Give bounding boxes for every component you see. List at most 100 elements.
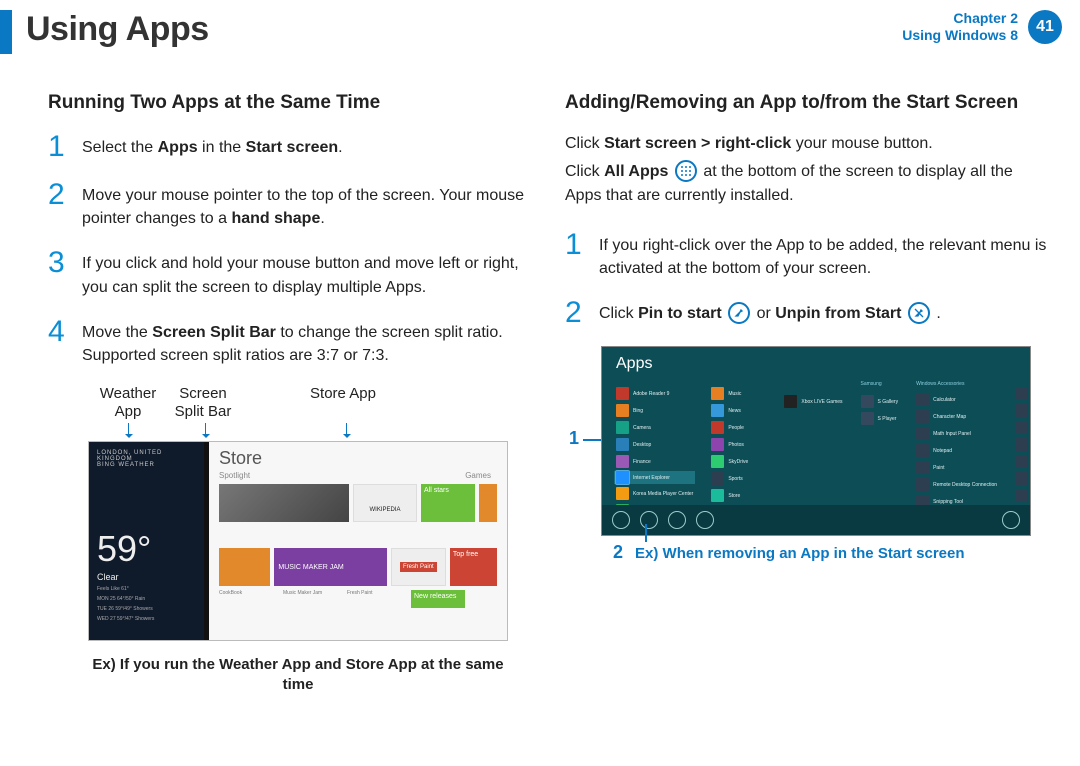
bar-button-unpin — [612, 511, 630, 529]
page-number-badge: 41 — [1028, 10, 1062, 44]
store-mini-tile — [283, 526, 343, 544]
weather-feelslike: Feels Like 61° — [97, 586, 196, 592]
store-tile — [219, 484, 349, 522]
app-item: Finance — [616, 455, 693, 468]
right-caption: Ex) When removing an App in the Start sc… — [635, 545, 965, 562]
store-tile — [479, 484, 497, 522]
pointer-split — [205, 423, 206, 437]
store-tile-newreleases: New releases — [411, 590, 465, 608]
weather-location: LONDON, UNITED KINGDOM — [97, 450, 196, 462]
left-caption: Ex) If you run the Weather App and Store… — [88, 655, 508, 696]
step-bold: Apps — [158, 139, 198, 156]
app-item: XPS Viewer — [1015, 489, 1031, 502]
app-item: Xbox LIVE Games — [784, 395, 842, 408]
weather-app-pane: LONDON, UNITED KINGDOM BING WEATHER 59° … — [89, 442, 204, 640]
app-item: Adobe Reader 9 — [616, 387, 693, 400]
left-heading: Running Two Apps at the Same Time — [48, 92, 535, 114]
step-bold: hand shape — [231, 210, 320, 227]
store-mini-tile: CookBook — [219, 590, 279, 608]
app-item: Photos — [711, 438, 766, 451]
weather-forecast-row: MON 25 64°/50° Rain — [97, 596, 196, 602]
right-figure: 1 Apps Adobe Reader 9BingCameraDesktopFi… — [601, 346, 1052, 536]
app-item: Sticky Notes — [1015, 404, 1031, 417]
app-item: Desktop — [616, 438, 693, 451]
store-title: Store — [209, 442, 507, 471]
app-item: Music — [711, 387, 766, 400]
app-item: SkyDrive — [711, 455, 766, 468]
step-text: Click — [599, 305, 638, 322]
apps-command-bar — [602, 505, 1030, 535]
right-intro-1: Click Start screen > right-click your mo… — [565, 132, 1052, 156]
step-text: If you right-click over the App to be ad… — [599, 230, 1052, 280]
bar-button-file-location — [696, 511, 714, 529]
weather-cond: Clear — [97, 572, 196, 582]
step-number: 4 — [48, 317, 70, 367]
step-bold: Start screen — [246, 139, 339, 156]
app-item: Paint — [916, 461, 997, 474]
right-step-1: 1 If you right-click over the App to be … — [565, 230, 1052, 280]
store-mini-tile: Fresh Paint — [347, 590, 407, 608]
step-bold: Unpin from Start — [775, 305, 901, 322]
store-tile-topfree: Top free — [450, 548, 497, 586]
callout-2: 2 Ex) When removing an App in the Start … — [613, 542, 965, 563]
apps-screen-screenshot: Apps Adobe Reader 9BingCameraDesktopFina… — [601, 346, 1031, 536]
store-mini-tile — [219, 526, 279, 544]
bar-button-all-apps — [1002, 511, 1020, 529]
split-screen-screenshot: LONDON, UNITED KINGDOM BING WEATHER 59° … — [88, 441, 508, 641]
all-apps-icon — [675, 160, 697, 182]
chapter-box: Chapter 2 Using Windows 8 41 — [902, 10, 1062, 44]
step-text: in the — [198, 139, 246, 156]
app-item: News — [711, 404, 766, 417]
weather-temp: 59° — [97, 528, 196, 570]
step-bold: Pin to start — [638, 305, 722, 322]
step-text: . — [936, 305, 940, 322]
right-step-2: 2 Click Pin to start or Unpin from Start… — [565, 298, 1052, 328]
step-text: . — [320, 210, 324, 227]
step-number: 1 — [565, 230, 587, 280]
step-1: 1 Select the Apps in the Start screen. — [48, 132, 535, 162]
step-text: Select the — [82, 139, 158, 156]
store-mini-tile: Music Maker Jam — [283, 590, 343, 608]
unpin-icon — [908, 302, 930, 324]
label-split: Screen Split Bar — [168, 385, 238, 421]
store-app-pane: Store Spotlight Games WIKIPEDIA All star… — [209, 442, 507, 640]
bar-button-new-window — [668, 511, 686, 529]
left-figure: Weather App Screen Split Bar Store App L… — [88, 385, 535, 641]
right-column: Adding/Removing an App to/from the Start… — [565, 62, 1052, 696]
step-3: 3 If you click and hold your mouse butto… — [48, 248, 535, 298]
app-item: Bing — [616, 404, 693, 417]
app-item: Windows Media Player — [1015, 455, 1031, 468]
weather-forecast-row: WED 27 59°/47° Showers — [97, 616, 196, 622]
app-item: Math Input Panel — [916, 427, 997, 440]
app-item: Camera — [616, 421, 693, 434]
app-item: Windows Journal — [1015, 438, 1031, 451]
app-item: Store — [711, 489, 766, 502]
app-item: Character Map — [916, 410, 997, 423]
app-item: Notepad — [916, 444, 997, 457]
app-item: Steps Recorder — [1015, 387, 1031, 400]
store-tile-wikipedia: WIKIPEDIA — [353, 484, 417, 522]
header: Using Apps Chapter 2 Using Windows 8 41 — [0, 0, 1080, 62]
app-item: S Gallery — [861, 395, 899, 408]
step-text: . — [338, 139, 342, 156]
app-item: People — [711, 421, 766, 434]
step-4: 4 Move the Screen Split Bar to change th… — [48, 317, 535, 367]
callout-1: 1 — [569, 428, 579, 449]
step-text: or — [757, 305, 776, 322]
bar-button-uninstall — [640, 511, 658, 529]
step-number: 2 — [48, 180, 70, 230]
step-number: 3 — [48, 248, 70, 298]
store-tile-music: MUSIC MAKER JAM — [274, 548, 386, 586]
left-column: Running Two Apps at the Same Time 1 Sele… — [48, 62, 535, 696]
app-item: Internet Explorer — [614, 471, 695, 484]
chapter-label: Chapter 2 — [902, 10, 1018, 27]
label-weather: Weather App — [88, 385, 168, 421]
store-tile-allstars: All stars — [421, 484, 475, 522]
app-item: WordPad — [1015, 472, 1031, 485]
step-bold: Screen Split Bar — [152, 324, 276, 341]
right-heading: Adding/Removing an App to/from the Start… — [565, 92, 1052, 114]
app-item: S Player — [861, 412, 899, 425]
pointer-store — [346, 423, 347, 437]
step-2: 2 Move your mouse pointer to the top of … — [48, 180, 535, 230]
store-tile-freshpaint: Fresh Paint — [391, 548, 446, 586]
